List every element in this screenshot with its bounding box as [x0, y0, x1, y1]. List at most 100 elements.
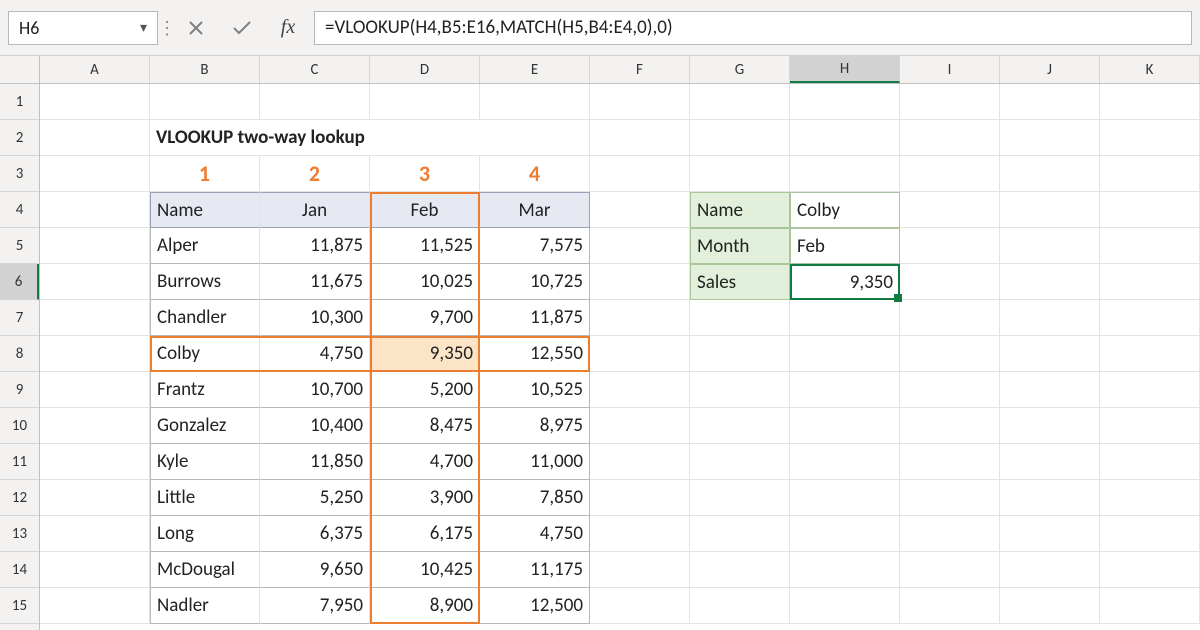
- table-header[interactable]: Jan: [260, 192, 370, 228]
- cell[interactable]: [900, 192, 1000, 228]
- cell[interactable]: [790, 120, 900, 156]
- cell[interactable]: [790, 444, 900, 480]
- cell[interactable]: [900, 156, 1000, 192]
- cell[interactable]: [790, 480, 900, 516]
- cell[interactable]: [150, 84, 260, 120]
- col-header[interactable]: C: [260, 56, 370, 83]
- cell[interactable]: [590, 336, 690, 372]
- cell[interactable]: [1000, 300, 1100, 336]
- table-header[interactable]: Feb: [370, 192, 480, 228]
- table-cell[interactable]: Nadler: [150, 588, 260, 624]
- cell[interactable]: [590, 372, 690, 408]
- row-header[interactable]: 12: [0, 480, 39, 516]
- table-cell[interactable]: 5,200: [370, 372, 480, 408]
- cell[interactable]: [690, 588, 790, 624]
- table-cell[interactable]: 7,575: [480, 228, 590, 264]
- cell[interactable]: [40, 516, 150, 552]
- cell[interactable]: [790, 84, 900, 120]
- table-cell[interactable]: 5,250: [260, 480, 370, 516]
- table-cell[interactable]: 10,300: [260, 300, 370, 336]
- cell[interactable]: [790, 552, 900, 588]
- cell[interactable]: [590, 444, 690, 480]
- table-cell[interactable]: 9,350: [370, 336, 480, 372]
- cell[interactable]: [1100, 120, 1200, 156]
- cell[interactable]: [1100, 552, 1200, 588]
- table-cell[interactable]: 9,700: [370, 300, 480, 336]
- row-header[interactable]: 10: [0, 408, 39, 444]
- name-box[interactable]: H6 ▾: [8, 11, 158, 45]
- table-cell[interactable]: 8,975: [480, 408, 590, 444]
- cell[interactable]: [900, 552, 1000, 588]
- table-cell[interactable]: Long: [150, 516, 260, 552]
- cancel-icon[interactable]: [176, 11, 216, 45]
- column-index-label[interactable]: 3: [370, 156, 480, 192]
- cell[interactable]: [40, 156, 150, 192]
- select-all-corner[interactable]: [0, 56, 40, 83]
- cell[interactable]: [590, 300, 690, 336]
- table-cell[interactable]: 6,375: [260, 516, 370, 552]
- cell[interactable]: [1000, 552, 1100, 588]
- cell[interactable]: [1100, 84, 1200, 120]
- cell[interactable]: [40, 192, 150, 228]
- cell[interactable]: [590, 228, 690, 264]
- col-header[interactable]: A: [40, 56, 150, 83]
- lookup-label[interactable]: Sales: [690, 264, 790, 300]
- cell[interactable]: [690, 408, 790, 444]
- row-header[interactable]: 1: [0, 84, 39, 120]
- lookup-value[interactable]: Feb: [790, 228, 900, 264]
- cell[interactable]: [900, 480, 1000, 516]
- cell[interactable]: [590, 480, 690, 516]
- cell[interactable]: [900, 336, 1000, 372]
- table-cell[interactable]: 4,700: [370, 444, 480, 480]
- table-cell[interactable]: Alper: [150, 228, 260, 264]
- col-header[interactable]: J: [1000, 56, 1100, 83]
- table-cell[interactable]: 3,900: [370, 480, 480, 516]
- table-cell[interactable]: Gonzalez: [150, 408, 260, 444]
- cell[interactable]: [900, 372, 1000, 408]
- cell[interactable]: [1000, 444, 1100, 480]
- row-header[interactable]: 13: [0, 516, 39, 552]
- cell[interactable]: [900, 516, 1000, 552]
- cell[interactable]: [40, 588, 150, 624]
- cell[interactable]: [590, 84, 690, 120]
- cell[interactable]: [1100, 480, 1200, 516]
- table-cell[interactable]: 11,875: [260, 228, 370, 264]
- cell[interactable]: [1000, 120, 1100, 156]
- cell[interactable]: [900, 300, 1000, 336]
- cell[interactable]: [40, 552, 150, 588]
- col-header[interactable]: G: [690, 56, 790, 83]
- cell[interactable]: [690, 300, 790, 336]
- cell[interactable]: [590, 264, 690, 300]
- cell[interactable]: [1000, 516, 1100, 552]
- page-title[interactable]: VLOOKUP two-way lookup: [150, 120, 590, 156]
- table-cell[interactable]: 8,475: [370, 408, 480, 444]
- row-header[interactable]: 6: [0, 264, 39, 300]
- table-cell[interactable]: 12,550: [480, 336, 590, 372]
- row-header[interactable]: 15: [0, 588, 39, 624]
- cell[interactable]: [590, 192, 690, 228]
- cell[interactable]: [370, 84, 480, 120]
- table-cell[interactable]: 9,650: [260, 552, 370, 588]
- cell[interactable]: [900, 84, 1000, 120]
- cell[interactable]: [40, 480, 150, 516]
- row-header[interactable]: 8: [0, 336, 39, 372]
- table-cell[interactable]: 10,025: [370, 264, 480, 300]
- cell[interactable]: [790, 336, 900, 372]
- table-cell[interactable]: 4,750: [260, 336, 370, 372]
- table-cell[interactable]: Burrows: [150, 264, 260, 300]
- lookup-label[interactable]: Name: [690, 192, 790, 228]
- row-header[interactable]: 11: [0, 444, 39, 480]
- row-header[interactable]: 5: [0, 228, 39, 264]
- row-header[interactable]: 3: [0, 156, 39, 192]
- cell[interactable]: [790, 372, 900, 408]
- cell[interactable]: [1100, 588, 1200, 624]
- chevron-down-icon[interactable]: ▾: [140, 19, 147, 36]
- cell[interactable]: [1100, 156, 1200, 192]
- cell[interactable]: [260, 84, 370, 120]
- table-cell[interactable]: McDougal: [150, 552, 260, 588]
- cell[interactable]: [690, 84, 790, 120]
- row-header[interactable]: 7: [0, 300, 39, 336]
- cell[interactable]: [1000, 588, 1100, 624]
- cell[interactable]: [690, 156, 790, 192]
- cell[interactable]: [900, 588, 1000, 624]
